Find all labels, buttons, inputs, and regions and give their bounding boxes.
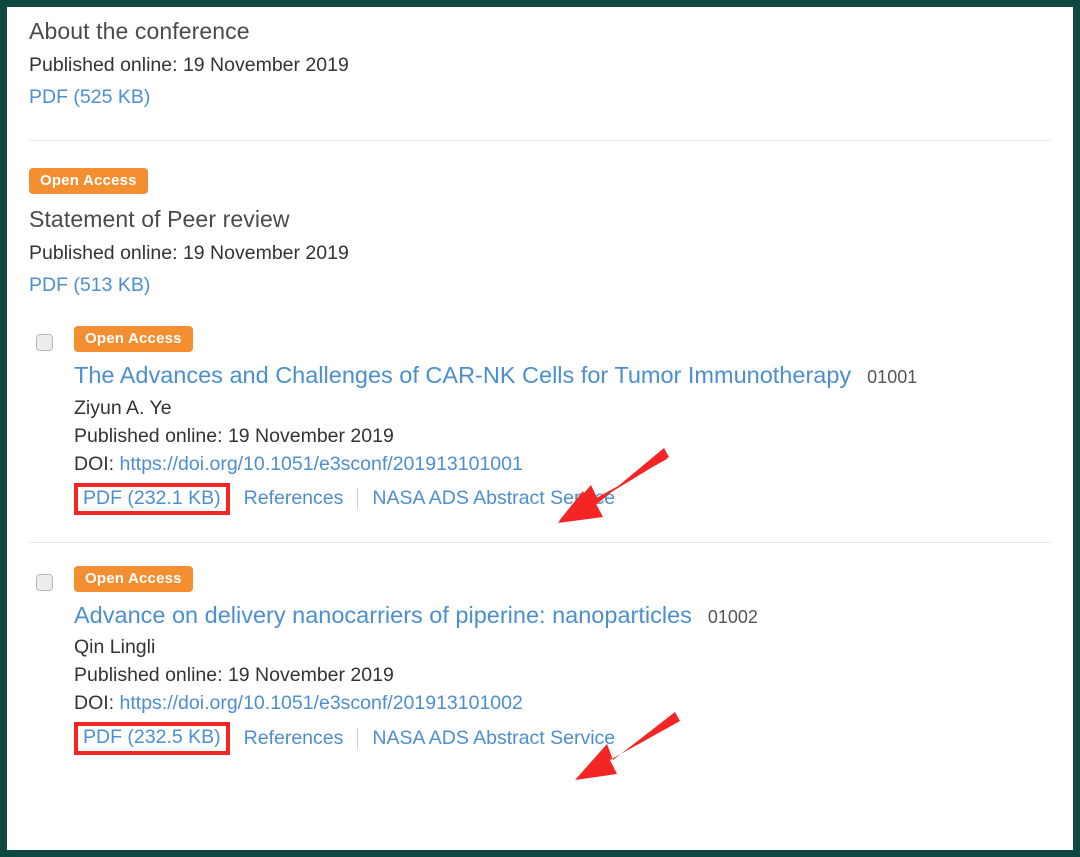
doi-label: DOI: <box>74 692 120 715</box>
references-link[interactable]: References <box>244 727 344 750</box>
link-separator <box>357 728 359 750</box>
screenshot-frame: About the conference Published online: 1… <box>0 0 1080 857</box>
article-action-links: PDF (232.5 KB) References NASA ADS Abstr… <box>74 722 1051 755</box>
article-content: Open Access The Advances and Challenges … <box>74 326 1051 516</box>
entry-published-date: Published online: 19 November 2019 <box>29 53 349 76</box>
article-listing-page: About the conference Published online: 1… <box>7 7 1073 850</box>
article-published-date: Published online: 19 November 2019 <box>74 664 394 687</box>
article-select-checkbox[interactable] <box>36 334 53 352</box>
pdf-download-link[interactable]: PDF (525 KB) <box>29 86 150 108</box>
article-select-checkbox[interactable] <box>36 574 53 592</box>
open-access-badge: Open Access <box>74 326 193 353</box>
article-doi-line: DOI: https://doi.org/10.1051/e3sconf/201… <box>74 453 1051 476</box>
pdf-download-link[interactable]: PDF (232.5 KB) <box>74 722 230 755</box>
article-doi-line: DOI: https://doi.org/10.1051/e3sconf/201… <box>74 692 1051 715</box>
doi-link[interactable]: https://doi.org/10.1051/e3sconf/20191310… <box>120 692 523 714</box>
article-title-line: The Advances and Challenges of CAR-NK Ce… <box>74 361 1051 390</box>
article-authors: Ziyun A. Ye <box>74 396 172 419</box>
entry-title: Statement of Peer review <box>29 206 290 233</box>
nasa-ads-link[interactable]: NASA ADS Abstract Service <box>372 487 615 510</box>
article-title-link[interactable]: The Advances and Challenges of CAR-NK Ce… <box>74 361 851 390</box>
article-authors: Qin Lingli <box>74 636 156 659</box>
nasa-ads-link[interactable]: NASA ADS Abstract Service <box>372 727 615 750</box>
article-title-line: Advance on delivery nanocarriers of pipe… <box>74 601 1051 630</box>
open-access-badge-wrapper: Open Access <box>74 326 1051 353</box>
link-separator <box>357 488 359 510</box>
article-number: 01001 <box>867 367 918 388</box>
open-access-badge: Open Access <box>74 566 193 593</box>
article-list-item: Open Access Advance on delivery nanocarr… <box>29 543 1051 755</box>
listing-entry-statement-of-peer-review: Open Access Statement of Peer review Pub… <box>29 141 1051 297</box>
doi-label: DOI: <box>74 452 120 475</box>
article-content: Open Access Advance on delivery nanocarr… <box>74 566 1051 755</box>
pdf-download-link[interactable]: PDF (513 KB) <box>29 274 150 296</box>
listing-entry-about-the-conference: About the conference Published online: 1… <box>29 7 1051 109</box>
doi-link[interactable]: https://doi.org/10.1051/e3sconf/20191310… <box>120 453 523 475</box>
pdf-download-link[interactable]: PDF (232.1 KB) <box>74 482 230 516</box>
article-number: 01002 <box>707 607 758 628</box>
entry-title: About the conference <box>29 18 250 44</box>
article-list-item: Open Access The Advances and Challenges … <box>29 297 1051 516</box>
open-access-badge-wrapper: Open Access <box>29 168 1051 195</box>
open-access-badge-wrapper: Open Access <box>74 566 1051 593</box>
article-title-link[interactable]: Advance on delivery nanocarriers of pipe… <box>74 601 692 630</box>
article-published-date: Published online: 19 November 2019 <box>74 424 394 447</box>
article-action-links: PDF (232.1 KB) References NASA ADS Abstr… <box>74 482 1051 516</box>
references-link[interactable]: References <box>244 487 344 510</box>
entry-published-date: Published online: 19 November 2019 <box>29 241 349 264</box>
open-access-badge: Open Access <box>29 168 148 195</box>
